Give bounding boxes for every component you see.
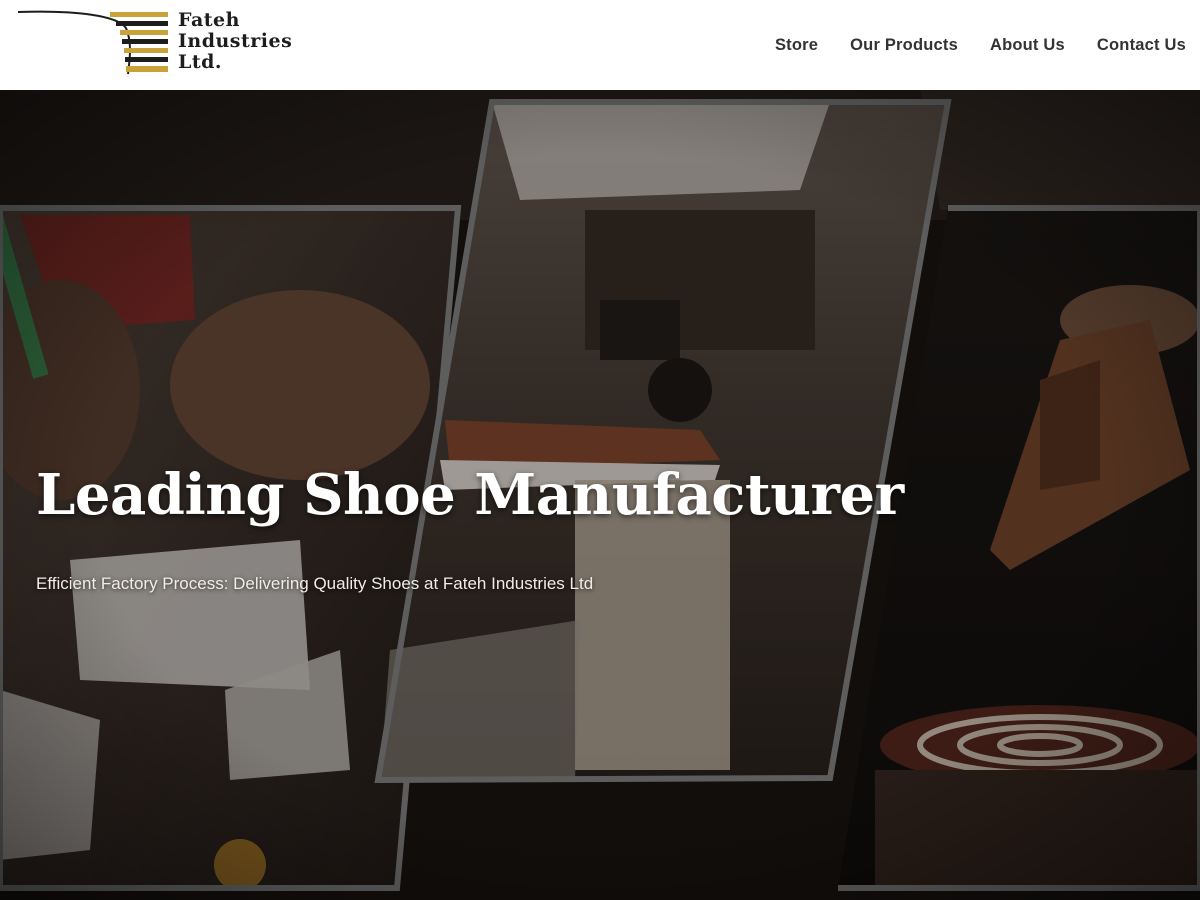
logo-line-1: Fateh <box>178 9 240 31</box>
hero-banner: Leading Shoe Manufacturer Efficient Fact… <box>0 90 1200 900</box>
nav-about-us[interactable]: About Us <box>990 36 1065 55</box>
logo-line-2: Industries <box>178 30 293 52</box>
logo-stripes-icon <box>18 10 168 75</box>
brand-logo[interactable]: Fateh Industries Ltd. <box>18 8 308 78</box>
nav-store[interactable]: Store <box>775 36 818 55</box>
site-header: Fateh Industries Ltd. Store Our Products… <box>0 0 1200 90</box>
nav-our-products[interactable]: Our Products <box>850 36 958 55</box>
logo-wordmark: Fateh Industries Ltd. <box>178 10 292 73</box>
logo-line-3: Ltd. <box>178 51 223 73</box>
main-nav: Store Our Products About Us Contact Us <box>775 36 1186 55</box>
hero-subtitle: Efficient Factory Process: Delivering Qu… <box>36 574 594 593</box>
hero-title: Leading Shoe Manufacturer <box>36 462 904 528</box>
nav-contact-us[interactable]: Contact Us <box>1097 36 1186 55</box>
